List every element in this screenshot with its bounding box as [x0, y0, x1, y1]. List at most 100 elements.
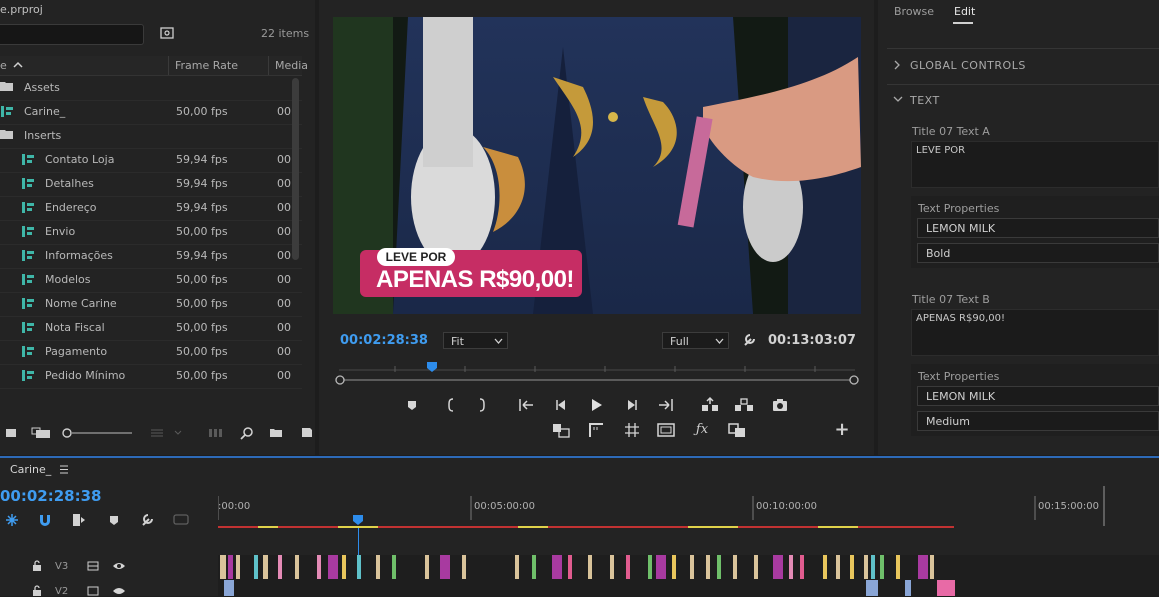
button-editor-plus-icon[interactable]: + [831, 421, 853, 439]
mark-in-icon[interactable] [440, 396, 462, 414]
project-list-item[interactable]: Detalhes 59,94 fps 00 [0, 172, 302, 197]
timeline-clip[interactable] [905, 580, 911, 596]
style-b-dropdown[interactable]: Medium [917, 411, 1159, 431]
timeline-clip[interactable] [224, 580, 234, 596]
project-scrollbar[interactable] [292, 78, 299, 260]
project-search-input[interactable] [0, 24, 144, 45]
timeline-clip[interactable] [896, 555, 900, 579]
chevron-right-icon[interactable] [894, 60, 901, 70]
zoom-slider[interactable] [62, 428, 134, 438]
export-frame-icon[interactable] [769, 396, 791, 414]
timeline-clip[interactable] [717, 555, 721, 579]
list-view-icon[interactable] [5, 427, 17, 438]
timeline-timecode[interactable]: 00:02:28:38 [0, 487, 102, 505]
settings-wrench-icon[interactable] [742, 333, 756, 347]
extract-icon[interactable] [733, 396, 755, 414]
timeline-clip[interactable] [937, 580, 955, 596]
timeline-clip[interactable] [425, 555, 429, 579]
project-list-item[interactable]: Inserts [0, 124, 302, 149]
timeline-clip[interactable] [866, 580, 878, 596]
project-list-item[interactable]: Modelos 50,00 fps 00 [0, 268, 302, 293]
comparison-view-icon[interactable] [726, 421, 748, 439]
timeline-clip[interactable] [864, 555, 868, 579]
step-back-icon[interactable] [550, 396, 572, 414]
project-list-item[interactable]: Pagamento 50,00 fps 00 [0, 340, 302, 365]
timeline-clip[interactable] [690, 555, 694, 579]
project-list-item[interactable]: Pedido Mínimo 50,00 fps 00 [0, 364, 302, 389]
zoom-dropdown[interactable]: Fit [443, 332, 508, 349]
lock-icon[interactable] [32, 560, 42, 572]
timeline-clip[interactable] [789, 555, 793, 579]
timeline-clip[interactable] [733, 555, 737, 579]
timeline-clip[interactable] [568, 555, 572, 579]
lift-icon[interactable] [699, 396, 721, 414]
timeline-clip[interactable] [823, 555, 827, 579]
global-controls-section[interactable]: GLOBAL CONTROLS [910, 59, 1026, 72]
timeline-clip[interactable] [656, 555, 666, 579]
nest-sequence-icon[interactable] [5, 513, 19, 527]
font-a-dropdown[interactable]: LEMON MILK [917, 218, 1159, 238]
timeline-clip[interactable] [648, 555, 652, 579]
timeline-clip[interactable] [626, 555, 630, 579]
timeline-clip[interactable] [228, 555, 233, 579]
timeline-clip[interactable] [440, 555, 450, 579]
timeline-clip[interactable] [236, 555, 240, 579]
field-a-textarea[interactable]: LEVE POR [911, 141, 1159, 188]
find-icon[interactable] [240, 426, 254, 440]
timeline-clip[interactable] [220, 555, 226, 579]
project-list-item[interactable]: Nome Carine 50,00 fps 00 [0, 292, 302, 317]
mark-out-icon[interactable] [471, 396, 493, 414]
track-v2-label[interactable]: V2 [55, 586, 68, 597]
timeline-clip[interactable] [278, 555, 282, 579]
time-ruler[interactable]: :00:00 00:05:00:00 00:10:00:00 00:15:00:… [218, 486, 1159, 528]
eye-icon[interactable] [112, 586, 126, 596]
timeline-clip[interactable] [515, 555, 519, 579]
project-list-item[interactable]: Assets [0, 76, 302, 101]
track-output-icon[interactable] [87, 561, 99, 571]
go-to-in-icon[interactable] [515, 396, 537, 414]
tab-browse[interactable]: Browse [894, 5, 934, 18]
project-list-item[interactable]: Nota Fiscal 50,00 fps 00 [0, 316, 302, 341]
timeline-clip[interactable] [773, 555, 783, 579]
timeline-clip[interactable] [462, 555, 466, 579]
go-to-out-icon[interactable] [655, 396, 677, 414]
lock-icon[interactable] [32, 585, 42, 597]
project-list-item[interactable]: Carine_ 50,00 fps 00 [0, 100, 302, 125]
add-marker-icon[interactable] [108, 513, 120, 527]
resolution-dropdown[interactable]: Full [662, 332, 729, 349]
timeline-clip[interactable] [918, 555, 928, 579]
timeline-clip[interactable] [328, 555, 338, 579]
play-icon[interactable] [585, 396, 607, 414]
timeline-clip[interactable] [254, 555, 258, 579]
project-list-item[interactable]: Envio 50,00 fps 00 [0, 220, 302, 245]
bin-search-icon[interactable] [160, 27, 174, 39]
project-list-item[interactable]: Informações 59,94 fps 00 [0, 244, 302, 269]
grid-icon[interactable] [621, 421, 643, 439]
column-media-header[interactable]: Media [275, 59, 308, 72]
timeline-settings-icon[interactable] [140, 513, 154, 527]
timeline-clip[interactable] [836, 555, 840, 579]
playhead-timecode[interactable]: 00:02:28:38 [340, 333, 428, 348]
icon-view-icon[interactable] [31, 427, 51, 439]
automate-to-sequence-icon[interactable] [208, 428, 224, 438]
timeline-clip[interactable] [800, 555, 804, 579]
monitor-scrub-bar[interactable] [335, 360, 859, 386]
timeline-clip[interactable] [610, 555, 614, 579]
timeline-clip[interactable] [295, 555, 299, 579]
new-bin-icon[interactable] [269, 427, 283, 438]
timeline-clip[interactable] [552, 555, 562, 579]
linked-selection-icon[interactable] [72, 513, 86, 527]
timeline-clip[interactable] [357, 555, 361, 579]
column-frame-rate-header[interactable]: Frame Rate [175, 59, 238, 72]
eye-icon[interactable] [112, 561, 126, 571]
tab-edit[interactable]: Edit [954, 5, 975, 18]
font-b-dropdown[interactable]: LEMON MILK [917, 386, 1159, 406]
snap-magnet-icon[interactable] [38, 513, 52, 527]
track-v3-label[interactable]: V3 [55, 561, 68, 572]
tab-menu-icon[interactable] [59, 465, 69, 474]
timeline-clip[interactable] [342, 555, 346, 579]
project-list-item[interactable]: Endereço 59,94 fps 00 [0, 196, 302, 221]
chevron-down-icon[interactable] [893, 96, 903, 103]
timeline-clip[interactable] [850, 555, 854, 579]
safe-margins-icon[interactable] [585, 421, 607, 439]
